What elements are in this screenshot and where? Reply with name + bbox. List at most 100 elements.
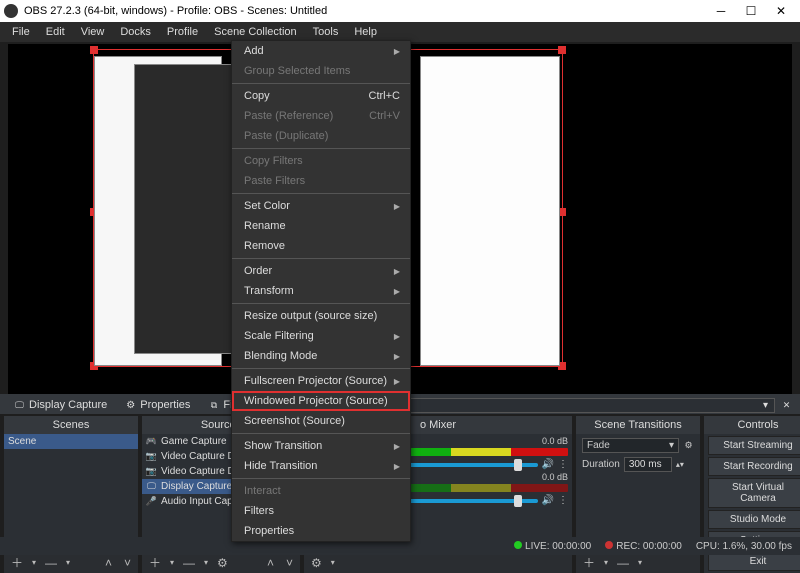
source-down-button[interactable]: ˅ — [283, 556, 296, 570]
remove-scene-button[interactable]: — — [42, 556, 60, 570]
add-transition-button[interactable]: ＋ — [580, 554, 598, 571]
ctx-label: Windowed Projector (Source) — [244, 395, 388, 407]
add-source-button[interactable]: ＋ — [146, 554, 164, 571]
resize-handle[interactable] — [90, 46, 98, 54]
ctx-group-selected: Group Selected Items — [232, 61, 410, 81]
obs-logo-icon — [4, 4, 18, 18]
filters-icon: ⧉ — [208, 400, 219, 411]
menu-separator — [232, 478, 410, 479]
chevron-down-icon[interactable]: ▾ — [604, 558, 608, 567]
duration-input[interactable] — [624, 457, 672, 472]
menu-scene-collection[interactable]: Scene Collection — [206, 24, 305, 40]
ctx-copy[interactable]: CopyCtrl+C — [232, 86, 410, 106]
scene-item[interactable]: Scene — [4, 434, 138, 449]
menu-separator — [232, 193, 410, 194]
ctx-label: Resize output (source size) — [244, 310, 377, 322]
ctx-label: Paste Filters — [244, 175, 305, 187]
remove-source-button[interactable]: — — [180, 556, 198, 570]
ctx-label: Remove — [244, 240, 285, 252]
chevron-down-icon[interactable]: ▾ — [638, 558, 642, 567]
stepper-icon[interactable]: ▴▾ — [676, 460, 684, 469]
menu-profile[interactable]: Profile — [159, 24, 206, 40]
menu-edit[interactable]: Edit — [38, 24, 73, 40]
source-label: Display Capture — [161, 481, 232, 492]
ctx-set-color[interactable]: Set Color ▶ — [232, 196, 410, 216]
window-close-button[interactable]: ✕ — [766, 4, 796, 18]
menu-separator — [232, 148, 410, 149]
window-title: OBS 27.2.3 (64-bit, windows) - Profile: … — [24, 5, 706, 17]
ctx-interact: Interact — [232, 481, 410, 501]
shortcut-label: Ctrl+C — [369, 90, 400, 102]
camera-icon: 📷 — [146, 466, 157, 477]
ctx-filters[interactable]: Filters — [232, 501, 410, 521]
chevron-right-icon: ▶ — [394, 202, 400, 211]
rec-status: REC: 00:00:00 — [605, 541, 682, 552]
transition-select[interactable]: Fade▾ — [582, 438, 679, 453]
mixer-settings-button[interactable]: ⚙ — [308, 556, 325, 570]
ctx-paste-duplicate: Paste (Duplicate) — [232, 126, 410, 146]
camera-icon: 📷 — [146, 451, 157, 462]
source-properties-button[interactable]: ⚙ — [214, 556, 231, 570]
select-value: Fade — [587, 440, 610, 451]
source-up-button[interactable]: ˄ — [264, 556, 277, 570]
ctx-hide-transition[interactable]: Hide Transition▶ — [232, 456, 410, 476]
window-maximize-button[interactable]: ☐ — [736, 4, 766, 18]
chevron-down-icon[interactable]: ▾ — [66, 558, 70, 567]
menu-separator — [232, 83, 410, 84]
ctx-label: Scale Filtering — [244, 330, 314, 342]
menu-help[interactable]: Help — [346, 24, 385, 40]
start-streaming-button[interactable]: Start Streaming — [708, 436, 800, 455]
chevron-right-icon: ▶ — [394, 462, 400, 471]
db-value: 0.0 dB — [542, 472, 568, 482]
ctx-windowed-projector[interactable]: Windowed Projector (Source) — [232, 391, 410, 411]
ctx-label: Transform — [244, 285, 294, 297]
menu-separator — [232, 433, 410, 434]
ctx-blending-mode[interactable]: Blending Mode▶ — [232, 346, 410, 366]
menu-view[interactable]: View — [73, 24, 113, 40]
properties-button[interactable]: ⚙Properties — [119, 399, 196, 411]
studio-mode-button[interactable]: Studio Mode — [708, 510, 800, 529]
ctx-remove[interactable]: Remove — [232, 236, 410, 256]
gear-icon[interactable]: ⚙ — [683, 440, 694, 451]
ctx-scale-filtering[interactable]: Scale Filtering▶ — [232, 326, 410, 346]
ctx-properties[interactable]: Properties — [232, 521, 410, 541]
slider-knob[interactable] — [514, 495, 522, 507]
menu-tools[interactable]: Tools — [305, 24, 347, 40]
cpu-status: CPU: 1.6%, 30.00 fps — [696, 541, 792, 552]
ctx-screenshot-source[interactable]: Screenshot (Source) — [232, 411, 410, 431]
start-virtual-camera-button[interactable]: Start Virtual Camera — [708, 478, 800, 508]
resize-handle[interactable] — [558, 46, 566, 54]
menu-bar: File Edit View Docks Profile Scene Colle… — [0, 22, 800, 42]
menu-docks[interactable]: Docks — [112, 24, 159, 40]
window-minimize-button[interactable]: ─ — [706, 4, 736, 18]
chevron-down-icon[interactable]: ▾ — [170, 558, 174, 567]
menu-file[interactable]: File — [4, 24, 38, 40]
add-scene-button[interactable]: ＋ — [8, 554, 26, 571]
transitions-footer: ＋ ▾ — ▾ — [576, 552, 700, 573]
slider-knob[interactable] — [514, 459, 522, 471]
scene-down-button[interactable]: ˅ — [121, 556, 134, 570]
ctx-resize-output[interactable]: Resize output (source size) — [232, 306, 410, 326]
chevron-down-icon[interactable]: ▾ — [331, 558, 335, 567]
speaker-icon[interactable]: 🔊 — [542, 495, 554, 506]
ctx-add[interactable]: Add▶ — [232, 41, 410, 61]
chevron-down-icon[interactable]: ▾ — [204, 558, 208, 567]
ctx-fullscreen-projector[interactable]: Fullscreen Projector (Source)▶ — [232, 371, 410, 391]
remove-transition-button[interactable]: — — [614, 556, 632, 570]
ctx-label: Set Color — [244, 200, 290, 212]
chevron-down-icon[interactable]: ▾ — [32, 558, 36, 567]
scene-up-button[interactable]: ˄ — [102, 556, 115, 570]
track-menu-icon[interactable]: ⋮ — [558, 495, 568, 506]
ctx-show-transition[interactable]: Show Transition▶ — [232, 436, 410, 456]
start-recording-button[interactable]: Start Recording — [708, 457, 800, 476]
source-name-label: Display Capture — [29, 399, 107, 411]
ctx-order[interactable]: Order▶ — [232, 261, 410, 281]
ctx-transform[interactable]: Transform▶ — [232, 281, 410, 301]
speaker-icon[interactable]: 🔊 — [542, 459, 554, 470]
window-titlebar: OBS 27.2.3 (64-bit, windows) - Profile: … — [0, 0, 800, 22]
track-menu-icon[interactable]: ⋮ — [558, 459, 568, 470]
chevron-right-icon: ▶ — [394, 442, 400, 451]
ctx-label: Properties — [244, 525, 294, 537]
ctx-rename[interactable]: Rename — [232, 216, 410, 236]
close-toolbar-button[interactable]: ✕ — [781, 400, 792, 411]
